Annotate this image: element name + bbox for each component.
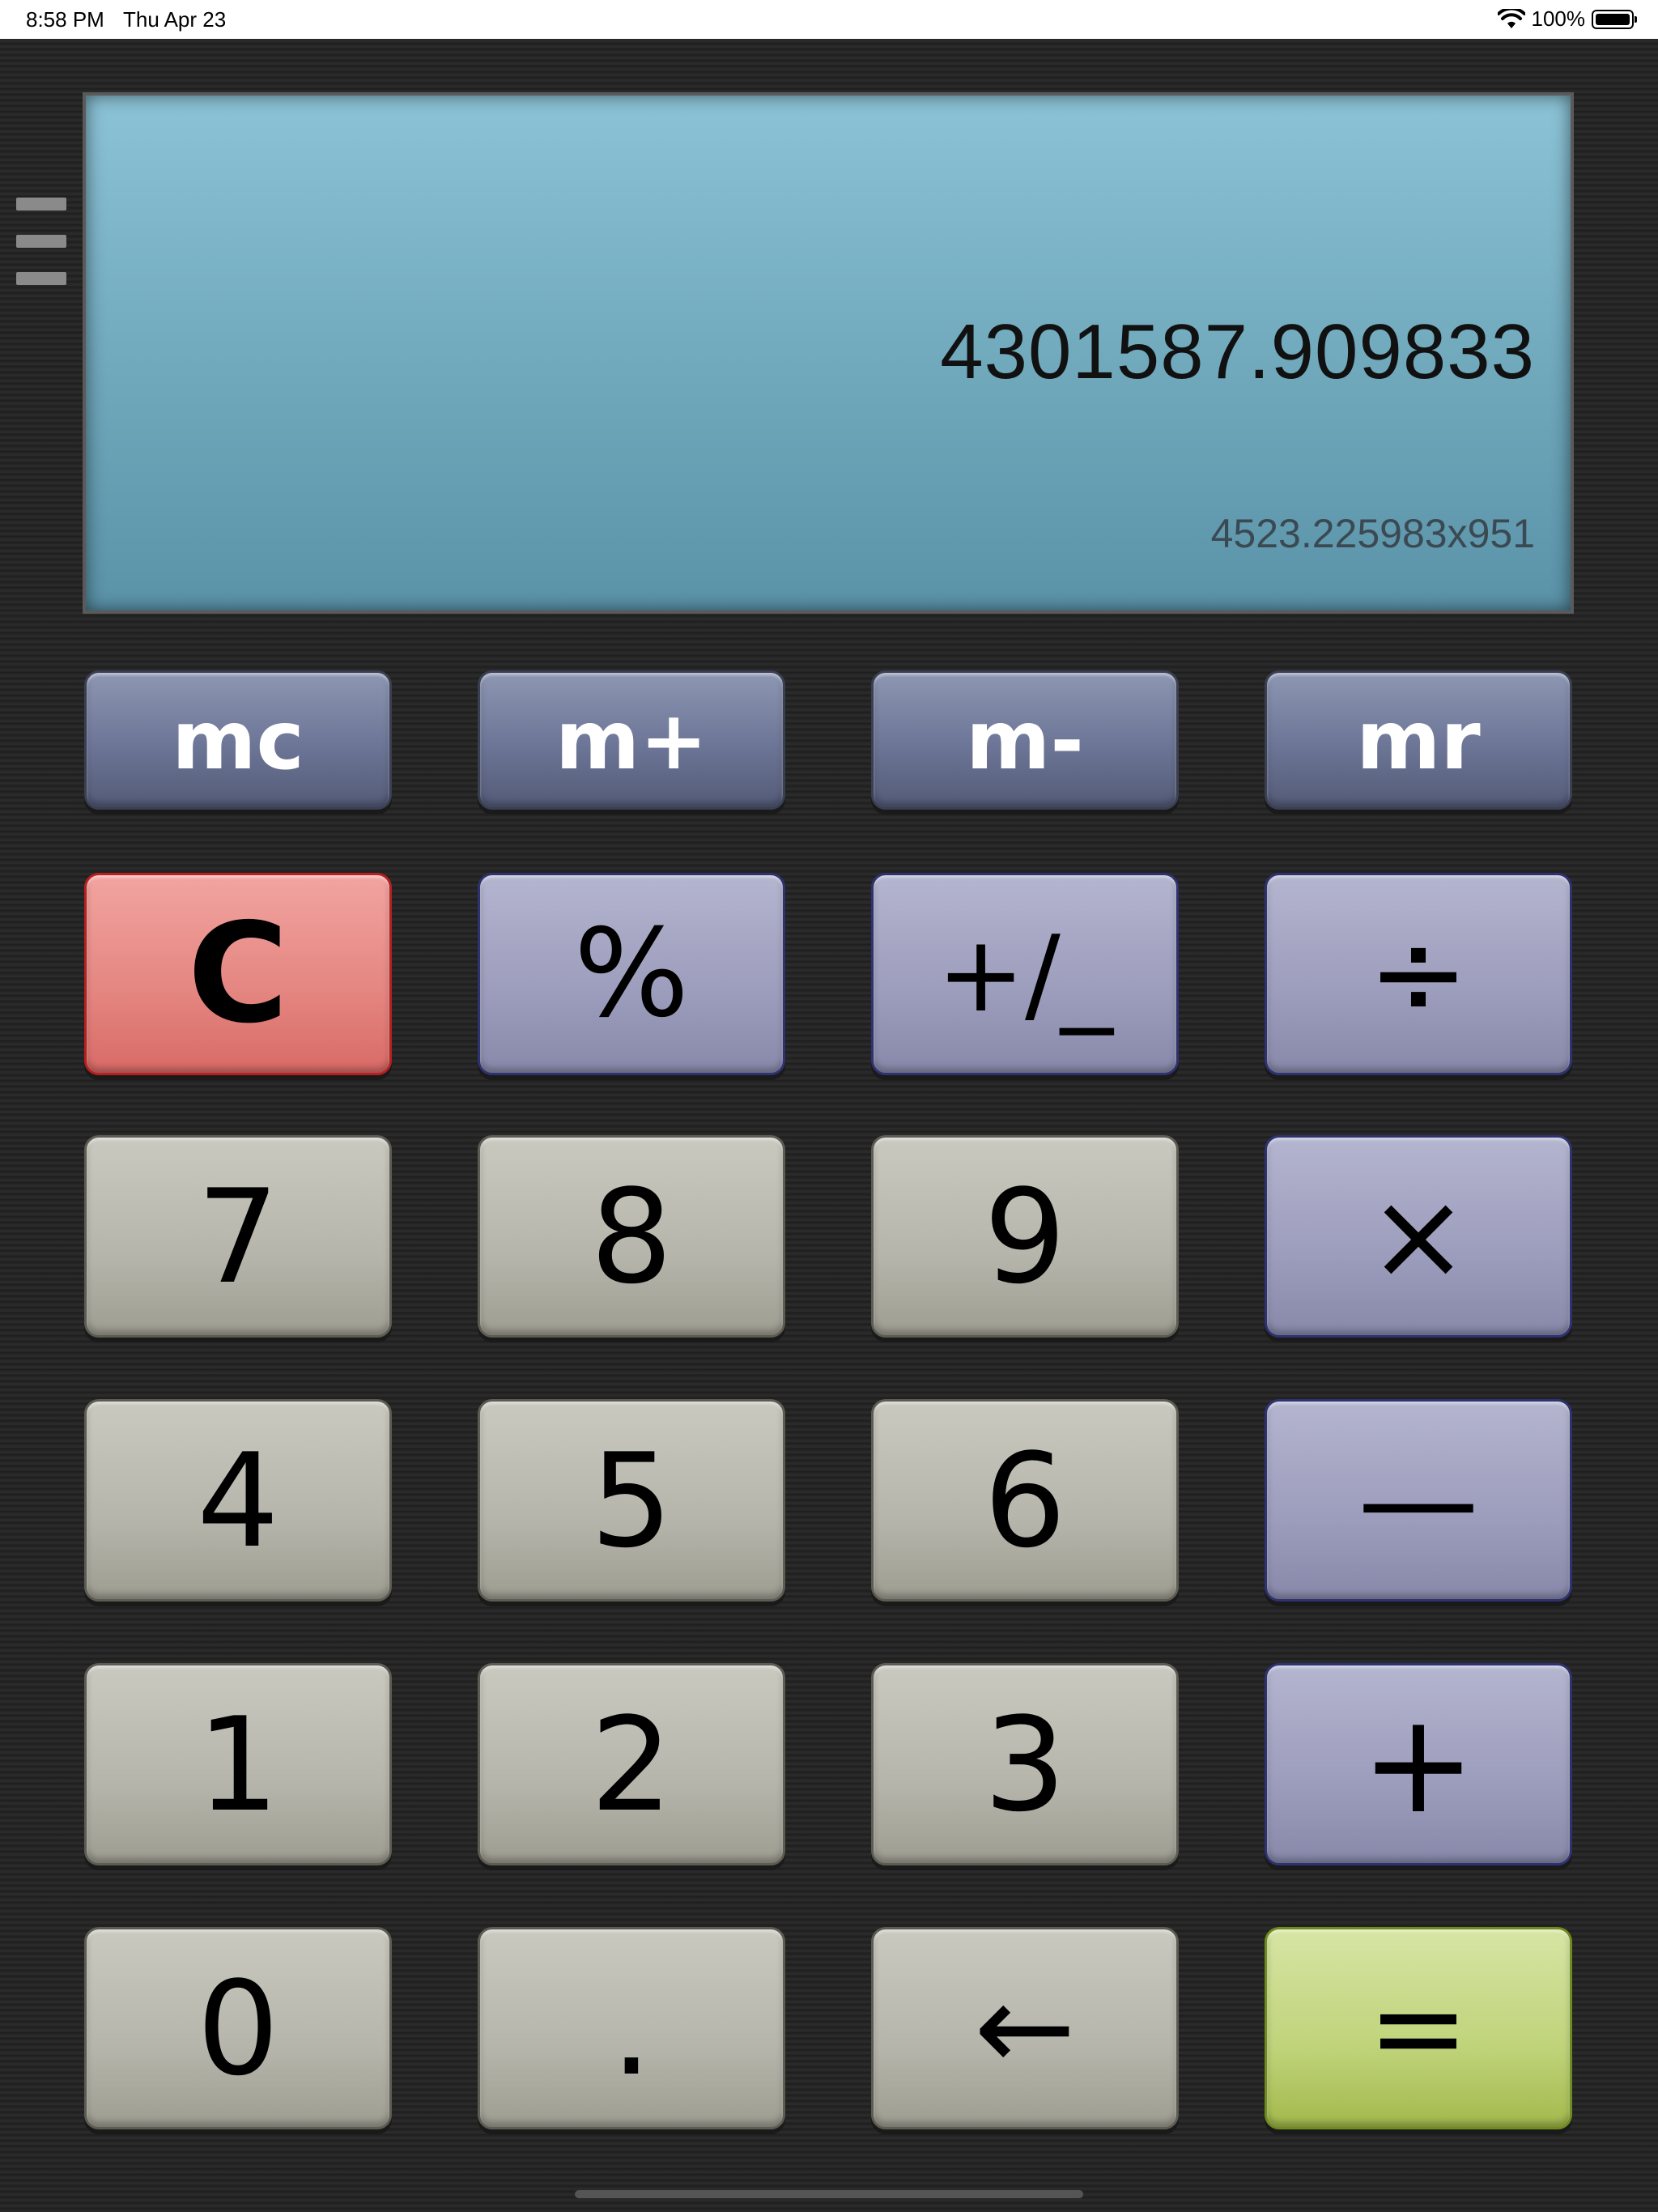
- display-value: 4301587.909833: [940, 308, 1535, 395]
- decimal-button[interactable]: .: [478, 1927, 785, 2129]
- memory-recall-button[interactable]: mr: [1265, 670, 1572, 810]
- calculator-display: 4301587.909833 4523.225983x951: [83, 92, 1574, 614]
- equals-button[interactable]: =: [1265, 1927, 1572, 2129]
- percent-button[interactable]: %: [478, 873, 785, 1075]
- divide-button[interactable]: ÷: [1265, 873, 1572, 1075]
- digit-9-button[interactable]: 9: [871, 1135, 1179, 1338]
- digit-0-button[interactable]: 0: [84, 1927, 392, 2129]
- battery-icon: [1592, 9, 1637, 29]
- digit-6-button[interactable]: 6: [871, 1399, 1179, 1602]
- memory-clear-button[interactable]: mc: [84, 670, 392, 810]
- digit-8-button[interactable]: 8: [478, 1135, 785, 1338]
- digit-1-button[interactable]: 1: [84, 1663, 392, 1865]
- wifi-icon: [1497, 8, 1525, 28]
- status-date: Thu Apr 23: [123, 7, 227, 32]
- digit-3-button[interactable]: 3: [871, 1663, 1179, 1865]
- status-bar: 8:58 PM Thu Apr 23 100%: [0, 0, 1658, 39]
- backspace-button[interactable]: ←: [871, 1927, 1179, 2129]
- menu-icon[interactable]: [16, 198, 66, 295]
- memory-subtract-button[interactable]: m-: [871, 670, 1179, 810]
- status-right: 100%: [1497, 6, 1637, 32]
- digit-2-button[interactable]: 2: [478, 1663, 785, 1865]
- digit-4-button[interactable]: 4: [84, 1399, 392, 1602]
- digit-7-button[interactable]: 7: [84, 1135, 392, 1338]
- subtract-button[interactable]: —: [1265, 1399, 1572, 1602]
- add-button[interactable]: +: [1265, 1663, 1572, 1865]
- multiply-button[interactable]: ×: [1265, 1135, 1572, 1338]
- clear-button[interactable]: C: [84, 873, 392, 1075]
- status-time: 8:58 PM: [26, 7, 104, 32]
- display-expression: 4523.225983x951: [1210, 511, 1535, 556]
- memory-add-button[interactable]: m+: [478, 670, 785, 810]
- plus-minus-button[interactable]: +/_: [871, 873, 1179, 1075]
- digit-5-button[interactable]: 5: [478, 1399, 785, 1602]
- battery-percent: 100%: [1531, 6, 1586, 31]
- home-indicator[interactable]: [575, 2190, 1083, 2198]
